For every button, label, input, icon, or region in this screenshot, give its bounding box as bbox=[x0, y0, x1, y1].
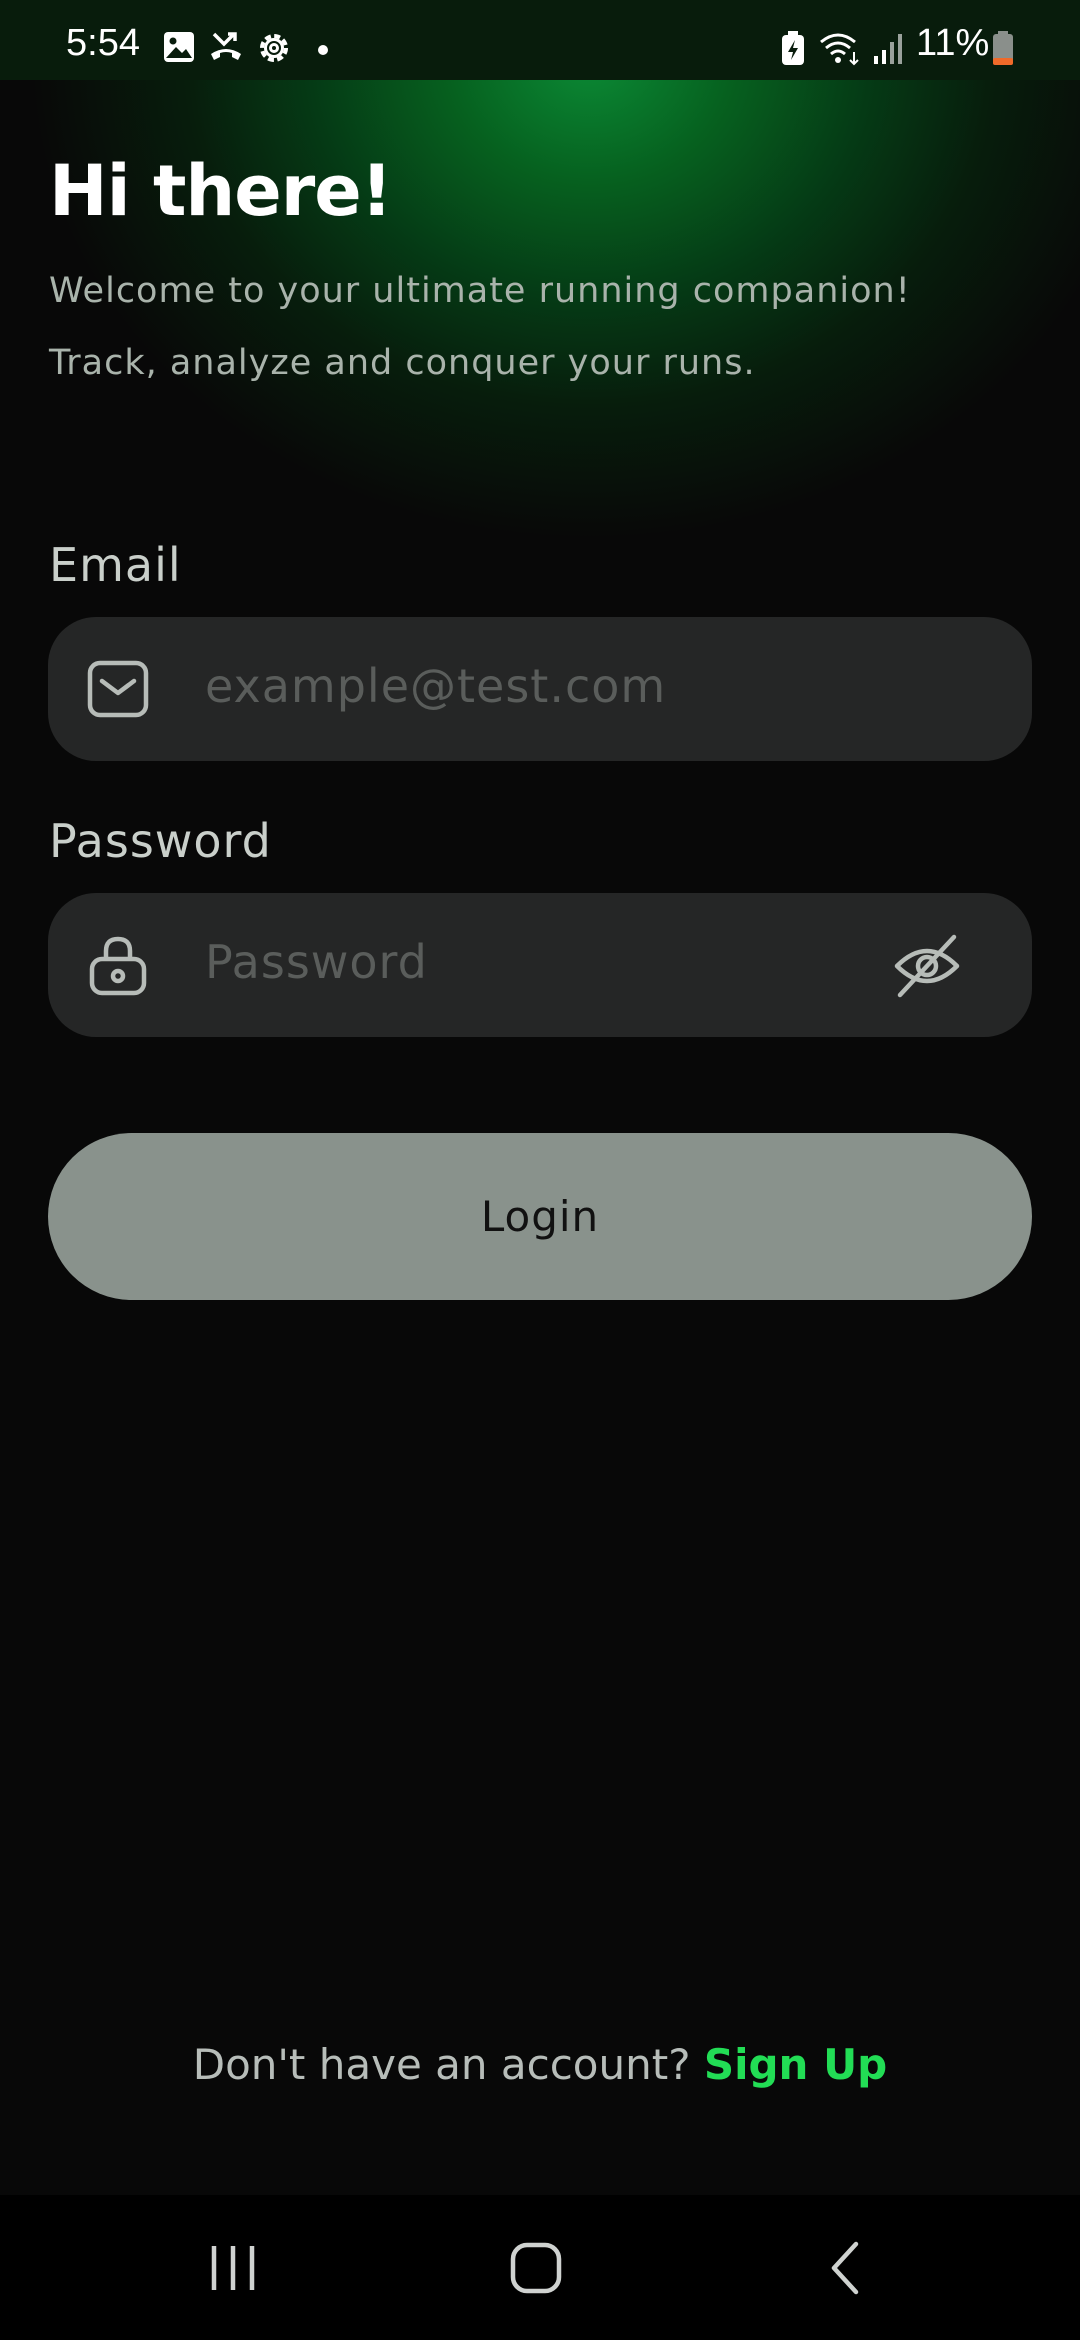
home-icon[interactable] bbox=[508, 2240, 564, 2296]
subtitle-line-1: Welcome to your ultimate running compani… bbox=[49, 271, 911, 311]
email-field[interactable] bbox=[48, 617, 1032, 761]
eye-off-icon[interactable] bbox=[892, 931, 962, 1001]
lock-icon bbox=[89, 936, 147, 996]
recent-apps-icon[interactable] bbox=[206, 2240, 262, 2296]
subtitle-line-2: Track, analyze and conquer your runs. bbox=[49, 343, 756, 383]
navigation-bar bbox=[0, 2195, 1080, 2340]
password-field[interactable] bbox=[48, 893, 1032, 1037]
email-input[interactable] bbox=[205, 659, 905, 713]
mail-icon bbox=[87, 660, 149, 718]
login-button-label: Login bbox=[480, 1192, 600, 1241]
dot-icon bbox=[318, 45, 328, 55]
login-button[interactable]: Login bbox=[48, 1133, 1032, 1300]
page-title: Hi there! bbox=[49, 150, 393, 232]
signal-icon bbox=[874, 34, 902, 64]
status-time: 5:54 bbox=[66, 22, 140, 64]
settings-icon bbox=[260, 34, 288, 62]
password-input[interactable] bbox=[205, 935, 765, 989]
password-label: Password bbox=[49, 814, 272, 868]
battery-saver-icon bbox=[782, 31, 804, 65]
battery-percent: 11% bbox=[916, 22, 990, 64]
signup-prompt-text: Don't have an account? bbox=[192, 2040, 691, 2089]
battery-icon bbox=[993, 31, 1013, 65]
welcome-subtitle: Welcome to your ultimate running compani… bbox=[49, 255, 1049, 399]
signup-prompt: Don't have an account? Sign Up bbox=[0, 2040, 1080, 2089]
back-icon[interactable] bbox=[820, 2240, 876, 2296]
missed-call-icon bbox=[211, 32, 241, 60]
signup-link[interactable]: Sign Up bbox=[704, 2040, 887, 2089]
email-label: Email bbox=[49, 538, 182, 592]
image-icon bbox=[164, 32, 194, 62]
wifi-icon bbox=[820, 33, 859, 66]
status-bar: 5:54 11% bbox=[0, 0, 1080, 80]
